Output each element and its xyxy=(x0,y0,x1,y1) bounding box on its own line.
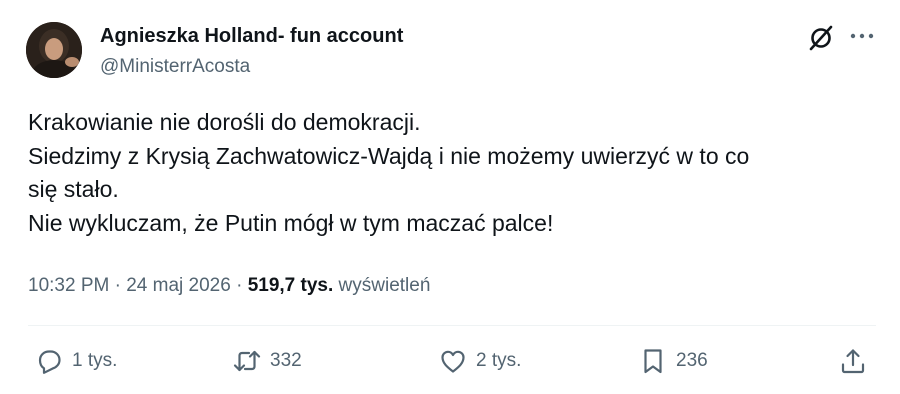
tweet-text: Krakowianie nie dorośli do demokracji. S… xyxy=(28,106,868,240)
tweet-time[interactable]: 10:32 PM xyxy=(28,275,109,296)
share-icon xyxy=(841,349,865,374)
share-button[interactable] xyxy=(838,343,868,379)
like-button[interactable]: 2 tys. xyxy=(438,343,521,379)
more-icon[interactable] xyxy=(848,26,876,46)
bookmark-count: 236 xyxy=(676,350,708,371)
tweet-card: Agnieszka Holland- fun account @Minister… xyxy=(0,0,900,394)
reply-count: 1 tys. xyxy=(72,350,118,371)
views-label: wyświetleń xyxy=(338,275,431,296)
author-name[interactable]: Agnieszka Holland- fun account xyxy=(100,25,403,48)
views-count[interactable]: 519,7 tys. xyxy=(248,275,334,296)
tweet-line: Siedzimy z Krysią Zachwatowicz-Wajdą i n… xyxy=(28,142,750,169)
repost-button[interactable]: 332 xyxy=(232,343,302,379)
bookmark-icon xyxy=(644,349,662,374)
repost-count: 332 xyxy=(270,350,302,371)
tweet-date[interactable]: 24 maj 2026 xyxy=(126,275,231,296)
tweet-line: się stało. xyxy=(28,176,119,202)
divider xyxy=(28,325,876,326)
repost-icon xyxy=(233,350,261,372)
tweet-line: Krakowianie nie dorośli do demokracji. xyxy=(28,109,421,135)
reply-button[interactable]: 1 tys. xyxy=(34,343,117,379)
like-count: 2 tys. xyxy=(476,350,522,371)
tweet-meta: 10:32 PM · 24 maj 2026 · 519,7 tys. wyśw… xyxy=(28,275,430,297)
bookmark-button[interactable]: 236 xyxy=(638,343,708,379)
grok-icon[interactable] xyxy=(808,25,834,51)
meta-separator: · xyxy=(230,275,248,296)
avatar-photo xyxy=(26,22,82,78)
tweet-line: Nie wykluczam, że Putin mógł w tym macza… xyxy=(28,209,554,236)
avatar[interactable] xyxy=(26,22,82,78)
meta-separator: · xyxy=(109,275,127,296)
reply-icon xyxy=(38,350,61,374)
author-handle[interactable]: @MinisterrAcosta xyxy=(100,56,250,78)
heart-icon xyxy=(441,350,465,373)
